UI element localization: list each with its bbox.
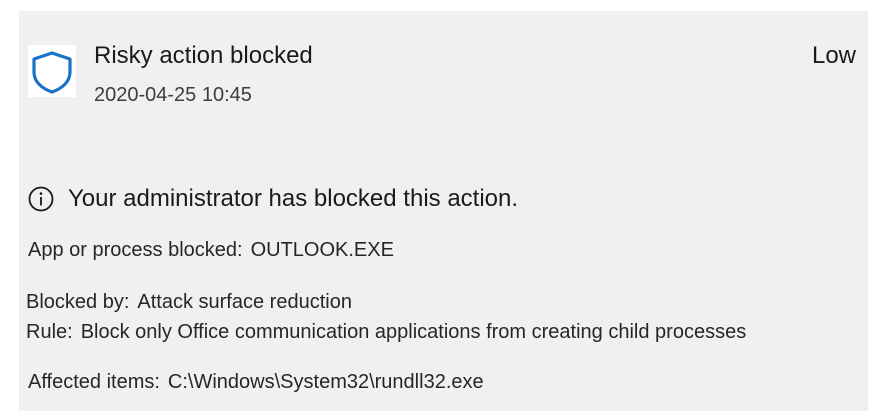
severity-label: Low bbox=[811, 42, 856, 69]
admin-message-text: Your administrator has blocked this acti… bbox=[68, 185, 519, 212]
blocked-by-value: Attack surface reduction bbox=[137, 291, 352, 313]
info-icon bbox=[28, 186, 54, 212]
alert-card[interactable]: Risky action blocked Low 2020-04-25 10:4… bbox=[19, 11, 868, 411]
rule-label: Rule: bbox=[26, 321, 73, 343]
blocked-by-row: Blocked by: Attack surface reduction bbox=[26, 288, 352, 316]
rule-value: Block only Office communication applicat… bbox=[80, 321, 747, 343]
affected-items-value: C:\Windows\System32\rundll32.exe bbox=[167, 371, 484, 393]
shield-icon bbox=[28, 45, 76, 97]
rule-row: Rule: Block only Office communication app… bbox=[26, 318, 746, 346]
alert-title: Risky action blocked bbox=[94, 42, 313, 69]
app-blocked-label: App or process blocked: bbox=[28, 239, 243, 261]
alert-timestamp: 2020-04-25 10:45 bbox=[94, 84, 252, 106]
affected-items-label: Affected items: bbox=[28, 371, 160, 393]
blocked-by-label: Blocked by: bbox=[26, 291, 130, 313]
app-blocked-value: OUTLOOK.EXE bbox=[250, 239, 394, 261]
app-blocked-row: App or process blocked: OUTLOOK.EXE bbox=[28, 236, 394, 264]
admin-message: Your administrator has blocked this acti… bbox=[28, 183, 518, 215]
affected-items-row: Affected items: C:\Windows\System32\rundl… bbox=[28, 368, 484, 396]
